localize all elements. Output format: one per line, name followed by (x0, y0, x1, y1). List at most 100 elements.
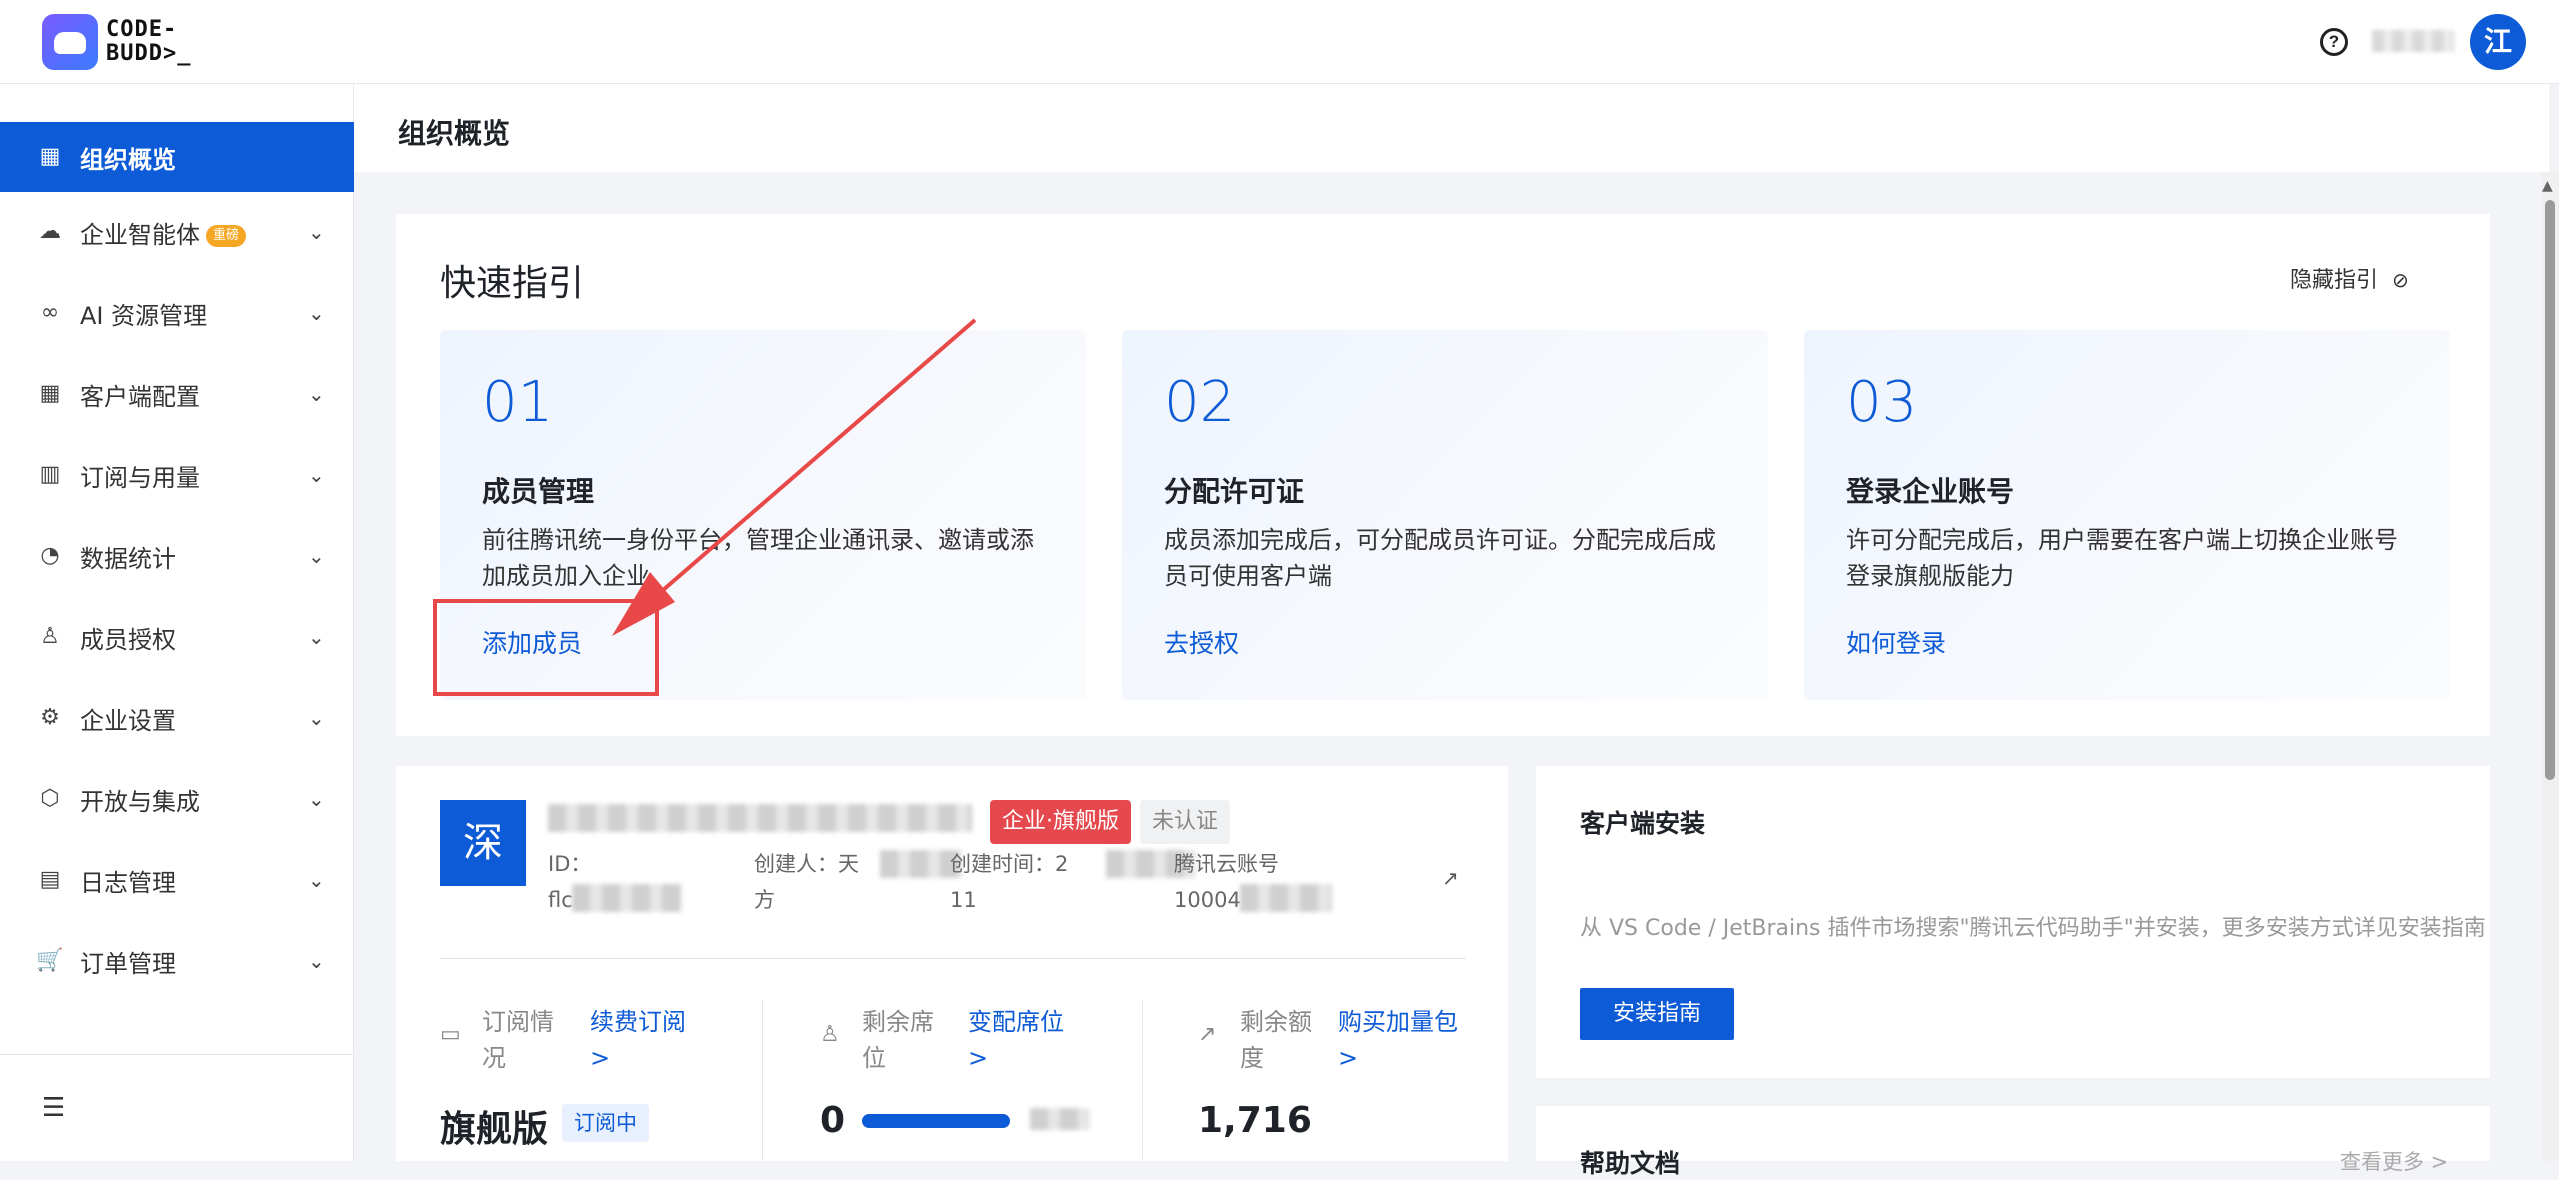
divider (1142, 1000, 1143, 1161)
certification-tag: 未认证 (1140, 800, 1231, 844)
step-title: 分配许可证 (1164, 475, 1305, 508)
blurred-value (1030, 1108, 1090, 1130)
step-title: 登录企业账号 (1846, 475, 2015, 508)
divider (440, 958, 1466, 959)
assign-license-link[interactable]: 去授权 (1164, 624, 1239, 660)
stat-label: 订阅情况 (482, 1008, 554, 1072)
bar-chart-icon: ▥ (39, 462, 61, 487)
org-creator: 创建人：天 方 (754, 846, 859, 918)
blurred-value (572, 884, 682, 912)
hide-guide-button[interactable]: 隐藏指引 ⊘ (2290, 262, 2409, 294)
blurred-value (1240, 884, 1332, 912)
logo-text[interactable]: CODE- BUDD>_ (106, 18, 216, 66)
monitor-icon: ▭ (440, 1022, 461, 1047)
sidebar-item-label: 企业智能体 (80, 220, 200, 249)
chevron-down-icon: ⌄ (308, 625, 325, 649)
seats-progress-bar (862, 1114, 1010, 1128)
sidebar-item-label: 日志管理 (80, 868, 176, 897)
chevron-down-icon: ⌄ (308, 706, 325, 730)
chevron-down-icon: ⌄ (308, 301, 325, 325)
scroll-up-icon[interactable]: ▲ (2542, 178, 2553, 194)
pie-chart-icon: ◔ (40, 543, 60, 568)
creator-label: 创建人：天 (754, 852, 859, 876)
subscription-value: 旗舰版 (440, 1109, 549, 1150)
renew-subscription-link[interactable]: 续费订阅 > (590, 1004, 700, 1076)
sidebar: ▦ 组织概览 ☁ 企业智能体 重磅 ⌄ ∞ AI 资源管理 ⌄ ▦ 客户端配置 ⌄… (0, 84, 354, 1161)
sidebar-item-label: 开放与集成 (80, 787, 200, 816)
chevron-down-icon: ⌄ (308, 868, 325, 892)
username-blurred[interactable] (2372, 30, 2454, 52)
chevron-down-icon: ⌄ (308, 544, 325, 568)
sidebar-collapse-button[interactable]: ☰ (0, 1054, 354, 1161)
sidebar-item-enterprise-agent[interactable]: ☁ 企业智能体 重磅 ⌄ (0, 197, 354, 267)
stat-label: 剩余席位 (862, 1008, 934, 1072)
sidebar-item-logs[interactable]: ▤ 日志管理 ⌄ (0, 845, 354, 915)
edition-tag: 企业·旗舰版 (990, 800, 1131, 844)
sidebar-item-client-config[interactable]: ▦ 客户端配置 ⌄ (0, 359, 354, 429)
sidebar-item-integration[interactable]: ⬡ 开放与集成 ⌄ (0, 764, 354, 834)
step-description: 成员添加完成后，可分配成员许可证。分配完成后成员可使用客户端 (1164, 526, 1716, 590)
sidebar-item-member-auth[interactable]: ♙ 成员授权 ⌄ (0, 602, 354, 672)
quick-guide-title: 快速指引 (440, 263, 585, 304)
apps-icon: ▦ (39, 381, 61, 406)
org-id-label: ID： (548, 852, 592, 876)
trend-up-icon: ↗ (1198, 1022, 1217, 1047)
help-docs-title: 帮助文档 (1580, 1149, 1681, 1178)
sidebar-item-label: 订阅与用量 (80, 463, 200, 492)
org-created-time: 创建时间：2 11 (950, 846, 1068, 918)
creator-tail: 方 (754, 888, 775, 912)
install-guide-button[interactable]: 安装指南 (1580, 988, 1734, 1040)
chevron-down-icon: ⌄ (308, 382, 325, 406)
user-icon: ♙ (820, 1022, 840, 1047)
step-number: 03 (1846, 370, 1918, 435)
sidebar-item-statistics[interactable]: ◔ 数据统计 ⌄ (0, 521, 354, 591)
cube-icon: ⬡ (40, 786, 60, 811)
sidebar-item-ai-resources[interactable]: ∞ AI 资源管理 ⌄ (0, 278, 354, 348)
account-label: 腾讯云账号 (1174, 852, 1279, 876)
org-name-blurred (548, 804, 972, 832)
created-label: 创建时间：2 (950, 852, 1069, 876)
collapse-menu-icon: ☰ (42, 1093, 66, 1123)
sidebar-item-label: 企业设置 (80, 706, 176, 735)
buy-package-link[interactable]: 购买加量包 > (1338, 1004, 1478, 1076)
eye-off-icon: ⊘ (2392, 268, 2409, 292)
hot-badge: 重磅 (206, 224, 247, 247)
guide-step-card: 02 分配许可证 成员添加完成后，可分配成员许可证。分配完成后成员可使用客户端 … (1122, 330, 1768, 700)
sidebar-item-label: AI 资源管理 (80, 301, 208, 330)
grid-icon: ▦ (39, 144, 61, 169)
sidebar-item-orders[interactable]: 🛒 订单管理 ⌄ (0, 926, 354, 996)
cart-icon: 🛒 (36, 948, 64, 973)
sidebar-item-label: 组织概览 (80, 145, 176, 174)
change-seats-link[interactable]: 变配席位 > (968, 1004, 1078, 1076)
help-icon[interactable]: ? (2320, 28, 2348, 56)
org-logo: 深 (440, 800, 526, 886)
external-link-icon[interactable]: ↗ (1442, 866, 1459, 890)
how-to-login-link[interactable]: 如何登录 (1846, 624, 1946, 660)
calendar-icon: ▤ (39, 867, 61, 892)
chevron-down-icon: ⌄ (308, 463, 325, 487)
settings-icon: ⚙ (40, 705, 60, 730)
subscription-status-badge: 订阅中 (562, 1104, 649, 1142)
view-more-link[interactable]: 查看更多 > (2340, 1146, 2448, 1176)
chevron-down-icon: ⌄ (308, 220, 325, 244)
quota-value: 1,716 (1198, 1100, 1312, 1141)
chevron-down-icon: ⌄ (308, 787, 325, 811)
sidebar-item-enterprise-settings[interactable]: ⚙ 企业设置 ⌄ (0, 683, 354, 753)
stat-label: 剩余额度 (1240, 1008, 1312, 1072)
client-install-description: 从 VS Code / JetBrains 插件市场搜索"腾讯云代码助手"并安装… (1580, 916, 2486, 941)
sidebar-item-subscription[interactable]: ▥ 订阅与用量 ⌄ (0, 440, 354, 510)
step-number: 02 (1164, 370, 1236, 435)
step-description: 许可分配完成后，用户需要在客户端上切换企业账号登录旗舰版能力 (1846, 526, 2398, 590)
cloud-icon: ☁ (39, 219, 61, 244)
page-title: 组织概览 (398, 117, 511, 150)
infinity-icon: ∞ (40, 300, 60, 325)
scrollbar-thumb[interactable] (2545, 200, 2555, 780)
annotation-highlight-box (433, 599, 659, 696)
codebuddy-logo-icon[interactable] (42, 14, 98, 70)
seats-value: 0 (820, 1100, 846, 1141)
hide-guide-label: 隐藏指引 (2290, 268, 2379, 293)
avatar[interactable]: 江 (2470, 14, 2526, 70)
sidebar-item-label: 数据统计 (80, 544, 176, 573)
sidebar-item-label: 成员授权 (80, 625, 176, 654)
sidebar-item-org-overview[interactable]: ▦ 组织概览 (0, 122, 354, 192)
